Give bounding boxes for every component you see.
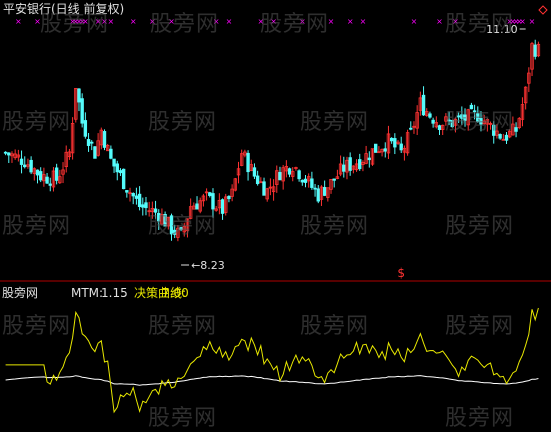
signal-cross-marker: ×: [15, 17, 22, 26]
candle-down: [131, 193, 135, 197]
candle-down: [144, 202, 148, 209]
candle-down: [112, 158, 116, 167]
candle-down: [437, 125, 442, 131]
candle-down: [54, 167, 59, 181]
low-price-label: ←8.23: [191, 259, 225, 272]
candle-down: [134, 195, 139, 199]
candle-down: [246, 152, 250, 173]
candle-down: [93, 146, 97, 159]
candle-down: [38, 171, 43, 181]
watermark: 股旁网: [148, 110, 218, 135]
mtm-label: MTM:: [71, 286, 104, 300]
candle-down: [86, 139, 91, 146]
watermark: 股旁网: [2, 214, 72, 239]
candle-down: [141, 204, 145, 208]
watermark: 股旁网: [148, 214, 218, 239]
candle-down: [48, 183, 52, 186]
curve-value: 7.00: [162, 286, 189, 300]
candle-down: [393, 138, 397, 148]
candle-down: [389, 137, 394, 142]
candle-down: [348, 157, 352, 171]
candle-down: [313, 187, 317, 190]
watermark: 股旁网: [300, 314, 370, 339]
candle-down: [115, 163, 119, 173]
candle-down: [409, 127, 413, 130]
candle-down: [332, 178, 336, 181]
watermark: 股旁网: [40, 12, 110, 37]
watermark: 股旁网: [2, 314, 72, 339]
signal-cross-marker: ×: [130, 17, 137, 26]
indicator-name: 股旁网: [2, 286, 39, 300]
signal-cross-marker: ×: [436, 17, 443, 26]
candle-down: [80, 98, 84, 124]
candle-down: [3, 151, 8, 154]
candle-down: [322, 187, 327, 196]
candle-down: [358, 159, 362, 170]
candle-down: [137, 193, 142, 208]
watermark: 股旁网: [148, 314, 218, 339]
candle-down: [342, 164, 346, 172]
candle-down: [121, 168, 126, 190]
candle-down: [118, 170, 123, 174]
signal-cross-marker: ×: [360, 17, 367, 26]
candle-down: [383, 148, 387, 152]
signal-cross-marker: ×: [519, 17, 526, 26]
candle-down: [90, 141, 94, 144]
signal-cross-marker: ×: [529, 17, 536, 26]
candle-down: [83, 120, 88, 137]
candle-down: [373, 143, 378, 153]
candle-down: [23, 164, 27, 168]
candle-down: [227, 195, 231, 200]
candle-down: [367, 157, 372, 161]
candle-down: [125, 190, 129, 193]
watermark: 股旁网: [2, 110, 72, 135]
candle-down: [29, 159, 33, 173]
candle-down: [255, 175, 260, 185]
candle-down: [102, 131, 107, 148]
candle-down: [35, 169, 40, 176]
candle-down: [45, 176, 49, 184]
watermark: 股旁网: [148, 406, 218, 431]
candle-down: [252, 167, 257, 177]
candle-down: [421, 94, 426, 116]
candle-down: [278, 172, 282, 181]
candle-down: [297, 170, 301, 180]
watermark: 股旁网: [445, 12, 515, 37]
signal-cross-marker: ×: [411, 17, 418, 26]
candle-down: [220, 199, 225, 214]
watermark: 股旁网: [445, 214, 515, 239]
candle-down: [262, 181, 266, 196]
mtm-value: 1.15: [101, 286, 128, 300]
candle-down: [287, 168, 292, 175]
candle-down: [211, 193, 215, 210]
watermark: 股旁网: [300, 110, 370, 135]
candle-down: [303, 178, 308, 183]
candle-down: [77, 88, 81, 103]
dollar-signal-marker: $: [397, 266, 405, 280]
signal-cross-marker: ×: [347, 17, 354, 26]
watermark: 股旁网: [150, 12, 220, 37]
candle-down: [431, 119, 435, 124]
watermark: 股旁网: [300, 214, 370, 239]
candle-down: [310, 178, 314, 188]
candle-down: [514, 127, 518, 132]
candle-down: [428, 113, 432, 118]
candle-down: [533, 44, 537, 57]
candle-down: [109, 148, 113, 159]
watermark: 股旁网: [445, 314, 515, 339]
candle-down: [504, 134, 509, 141]
candle-down: [399, 143, 403, 151]
diamond-marker: [538, 5, 548, 15]
candle-down: [208, 192, 212, 196]
candle-down: [7, 152, 11, 156]
watermark: 股旁网: [260, 12, 330, 37]
candle-down: [316, 188, 320, 202]
candle-down: [19, 158, 24, 165]
candle-down: [300, 179, 305, 183]
watermark: 股旁网: [445, 110, 515, 135]
watermark: 股旁网: [445, 406, 515, 431]
signal-cross-marker: ×: [226, 17, 233, 26]
